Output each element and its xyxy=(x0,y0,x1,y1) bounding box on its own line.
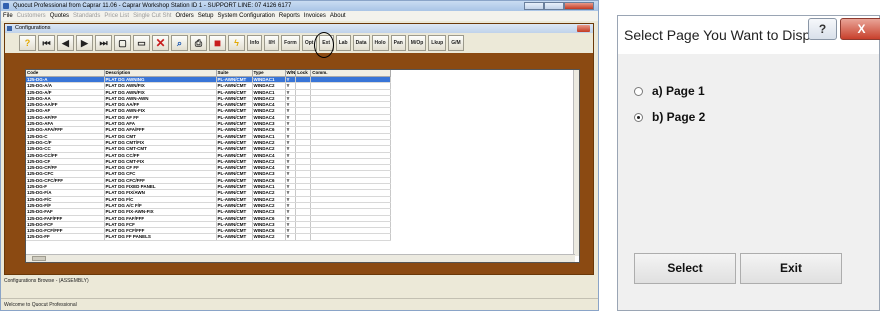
new-record-icon[interactable]: ▢ xyxy=(114,35,131,51)
toolbar: ? ⏮ ◀ ▶ ⏭ ▢ ▭ ✕ ⌕ ⎙ ■ ϟ Info I/H Form Opt Ex… xyxy=(5,33,593,53)
exit-door-icon[interactable]: ■ xyxy=(209,35,226,51)
menu-item-about[interactable]: About xyxy=(330,13,346,19)
exit-button[interactable]: Exit xyxy=(740,253,842,284)
column-header-w-n[interactable]: W/N xyxy=(285,70,297,77)
vertical-scrollbar[interactable] xyxy=(573,70,579,256)
next-record-icon[interactable]: ▶ xyxy=(76,35,93,51)
option-page-1[interactable]: a) Page 1 xyxy=(634,84,705,98)
last-record-icon[interactable]: ⏭ xyxy=(95,35,112,51)
close-button[interactable] xyxy=(564,2,594,10)
configurations-grid[interactable]: Code Description Suite Type W/N Lock Comm. 125… xyxy=(25,69,580,263)
menu-item-single-cut-sht[interactable]: Single Cut Sht xyxy=(133,13,171,19)
delete-icon[interactable]: ✕ xyxy=(152,35,169,51)
toolbar-info-button[interactable]: Info xyxy=(247,35,263,51)
app-icon xyxy=(3,3,9,9)
option-page-1-label: a) Page 1 xyxy=(652,84,705,98)
menu-item-setup[interactable]: Setup xyxy=(198,13,214,19)
main-title-bar: Quocut Professional from Caprar 11.06 - … xyxy=(1,1,598,11)
table-cell xyxy=(295,233,312,241)
radio-page-1[interactable] xyxy=(634,86,643,96)
prev-record-icon[interactable]: ◀ xyxy=(57,35,74,51)
dialog-title: Select Page You Want to Displa... xyxy=(624,27,833,43)
browse-status: Configurations Browse - (ASSEMBLY) xyxy=(4,278,89,284)
menu-item-file[interactable]: File xyxy=(3,13,13,19)
dialog-help-button[interactable]: ? xyxy=(808,18,837,40)
menu-item-reports[interactable]: Reports xyxy=(279,13,300,19)
highlight-circle xyxy=(314,32,334,58)
status-bar: Welcome to Quocut Professional xyxy=(1,298,598,310)
menu-bar: File Customers Quotes Standards Price List Si… xyxy=(1,11,598,21)
toolbar-lkup-button[interactable]: Lkup xyxy=(428,35,447,51)
menu-item-invoices[interactable]: Invoices xyxy=(304,13,326,19)
table-cell xyxy=(310,233,392,241)
horizontal-scrollbar[interactable] xyxy=(26,254,575,262)
table-cell: 125-DG-FF xyxy=(26,233,105,241)
toolbar-m-op-button[interactable]: M/Op xyxy=(407,35,427,51)
scroll-thumb[interactable] xyxy=(32,256,46,261)
search-icon[interactable]: ⌕ xyxy=(171,35,188,51)
option-page-2-label: b) Page 2 xyxy=(652,110,706,124)
first-record-icon[interactable]: ⏮ xyxy=(38,35,55,51)
menu-item-system-configuration[interactable]: System Configuration xyxy=(217,13,274,19)
table-cell: PL-AWN/CMT xyxy=(216,233,253,241)
configurations-window: Configurations ? ⏮ ◀ ▶ ⏭ ▢ ▭ ✕ ⌕ ⎙ ■ ϟ I… xyxy=(4,23,594,275)
menu-item-customers[interactable]: Customers xyxy=(17,13,46,19)
toolbar-data-button[interactable]: Data xyxy=(352,35,370,51)
configurations-title-bar: Configurations xyxy=(5,24,593,33)
help-icon[interactable]: ? xyxy=(19,35,36,51)
table-cell: WINDAC2 xyxy=(252,233,286,241)
table-cell: PLAT DG FF PANELS xyxy=(104,233,217,241)
table-cell: Y xyxy=(285,233,297,241)
select-button[interactable]: Select xyxy=(634,253,736,284)
menu-item-orders[interactable]: Orders xyxy=(175,13,193,19)
page-select-dialog: Select Page You Want to Displa... ? X a)… xyxy=(617,15,880,311)
child-close-button[interactable] xyxy=(577,25,590,32)
dialog-close-button[interactable]: X xyxy=(840,18,880,40)
toolbar-pan-button[interactable]: Pan xyxy=(390,35,406,51)
radio-page-2[interactable] xyxy=(634,112,643,122)
toolbar-g-m-button[interactable]: G/M xyxy=(448,35,464,51)
dialog-title-bar: Select Page You Want to Displa... ? X xyxy=(618,16,880,54)
option-page-2[interactable]: b) Page 2 xyxy=(634,110,705,124)
menu-item-price-list[interactable]: Price List xyxy=(104,13,129,19)
maximize-button[interactable] xyxy=(544,2,564,10)
table-row[interactable]: 125-DG-FF PLAT DG FF PANELS PL-AWN/CMT WIND… xyxy=(26,233,392,241)
menu-item-standards[interactable]: Standards xyxy=(73,13,100,19)
toolbar-form-button[interactable]: Form xyxy=(281,35,300,51)
edit-record-icon[interactable]: ▭ xyxy=(133,35,150,51)
print-icon[interactable]: ⎙ xyxy=(190,35,207,51)
menu-item-quotes[interactable]: Quotes xyxy=(50,13,69,19)
toolbar-lab-button[interactable]: Lab xyxy=(335,35,351,51)
minimize-button[interactable] xyxy=(524,2,544,10)
lightning-icon[interactable]: ϟ xyxy=(228,35,245,51)
configurations-title: Configurations xyxy=(15,25,51,31)
main-title-text: Quocut Professional from Caprar 11.06 - … xyxy=(13,3,292,9)
toolbar-holo-button[interactable]: Holo xyxy=(371,35,389,51)
toolbar-i-h-button[interactable]: I/H xyxy=(264,35,280,51)
window-icon xyxy=(7,26,12,31)
main-window: Quocut Professional from Caprar 11.06 - … xyxy=(0,0,599,311)
